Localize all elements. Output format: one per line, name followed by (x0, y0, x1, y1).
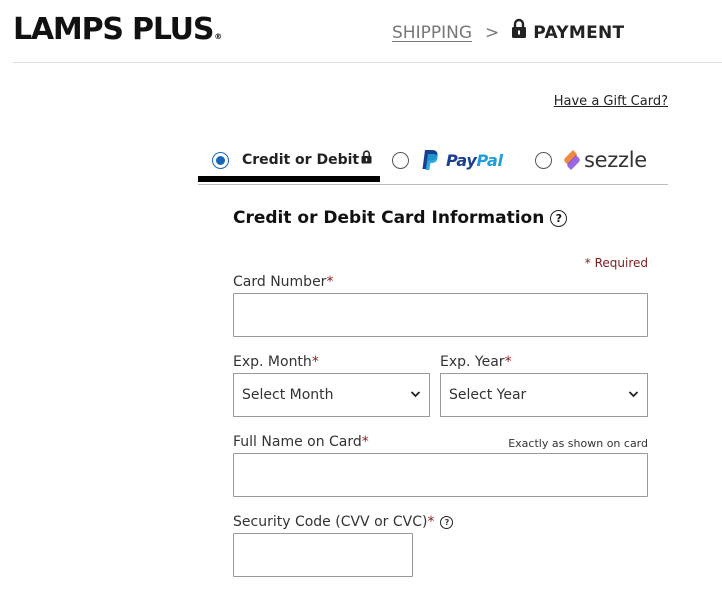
exp-month-value: Select Month (242, 387, 334, 403)
exp-year-select[interactable]: Select Year (440, 373, 648, 417)
full-name-input[interactable] (233, 453, 648, 497)
registered-mark: ® (214, 32, 223, 41)
paypal-pal-text: Pal (476, 150, 503, 170)
sezzle-radio[interactable] (535, 151, 552, 169)
credit-radio[interactable] (212, 151, 229, 169)
active-tab-indicator (198, 176, 380, 182)
paypal-pay-text: Pay (446, 150, 477, 170)
card-number-label: Card Number* (233, 274, 334, 290)
paypal-logo-icon (422, 149, 440, 171)
paypal-wordmark: PayPal (446, 151, 503, 170)
required-star: * (504, 354, 512, 370)
gift-card-link[interactable]: Have a Gift Card? (554, 94, 668, 109)
required-note: * Required (584, 256, 648, 270)
tab-sezzle[interactable]: sezzle (535, 138, 647, 182)
paypal-radio[interactable] (392, 151, 409, 169)
exp-year-value: Select Year (449, 387, 527, 403)
tab-paypal[interactable]: PayPal (392, 138, 503, 182)
sezzle-wordmark: sezzle (584, 148, 647, 172)
card-number-input[interactable] (233, 293, 648, 337)
required-star: * (361, 434, 369, 450)
full-name-hint: Exactly as shown on card (508, 437, 648, 450)
required-star: * (326, 274, 334, 290)
exp-year-label: Exp. Year* (440, 354, 512, 370)
credit-tab-label: Credit or Debit (242, 152, 360, 168)
exp-month-label: Exp. Month* (233, 354, 319, 370)
payment-method-tabs: Credit or Debit PayPal sezzle (198, 138, 668, 185)
lamps-plus-logo[interactable]: LAMPS PLUS® (13, 12, 222, 47)
logo-text: LAMPS PLUS (13, 12, 214, 47)
form-title: Credit or Debit Card Information ? (233, 208, 648, 228)
sezzle-logo-icon (562, 149, 582, 171)
lock-icon (511, 18, 527, 44)
card-information-form: Credit or Debit Card Information ? * Req… (233, 208, 648, 577)
lock-icon (361, 149, 372, 168)
full-name-label: Full Name on Card* (233, 434, 369, 450)
security-code-input[interactable] (233, 533, 413, 577)
step-shipping-link[interactable]: SHIPPING (392, 23, 472, 43)
help-icon[interactable]: ? (440, 515, 454, 529)
required-star: * (427, 514, 435, 530)
exp-month-select[interactable]: Select Month (233, 373, 430, 417)
chevron-down-icon (628, 388, 639, 404)
chevron-down-icon (410, 388, 421, 404)
security-code-label: Security Code (CVV or CVC)*? (233, 514, 454, 530)
header-divider (13, 62, 722, 63)
step-payment: PAYMENT (533, 23, 625, 43)
checkout-steps: SHIPPING > PAYMENT (392, 18, 625, 44)
step-separator: > (485, 23, 500, 43)
help-icon[interactable]: ? (550, 209, 568, 227)
required-star: * (311, 354, 319, 370)
form-title-text: Credit or Debit Card Information (233, 208, 545, 228)
